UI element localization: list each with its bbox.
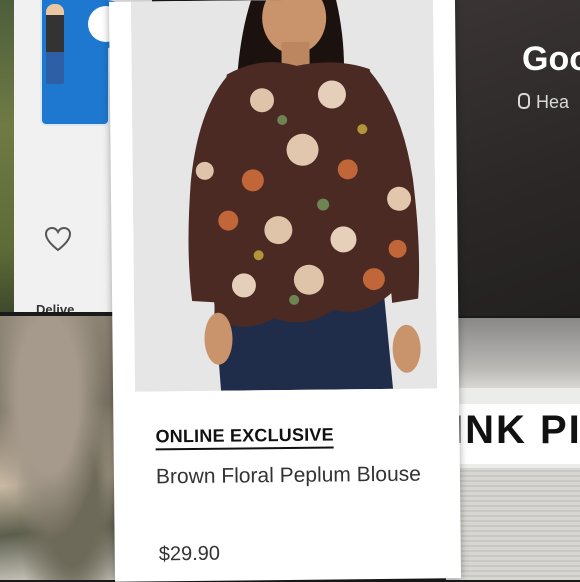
promo-subtitle-text: Hea — [536, 92, 570, 112]
waistband-print-text: INK PI — [452, 408, 580, 452]
product-name[interactable]: Brown Floral Peplum Blouse — [156, 457, 426, 496]
promo-tile-dark[interactable]: Goo Hea — [446, 0, 580, 316]
location-pin-icon — [518, 93, 530, 109]
product-card[interactable]: ONLINE EXCLUSIVE Brown Floral Peplum Blo… — [108, 0, 462, 582]
heart-outline-icon[interactable] — [44, 226, 72, 252]
promo-title: Goo — [522, 40, 580, 78]
toy-figure-image — [46, 4, 64, 84]
online-exclusive-badge: ONLINE EXCLUSIVE — [155, 424, 334, 451]
product-price: $29.90 — [158, 542, 221, 566]
ribbed-fabric-image — [446, 468, 580, 580]
fabric-photo-top — [446, 318, 580, 388]
pink-lounge-tile[interactable]: INK PI — [446, 318, 580, 580]
fabric-tile-photo[interactable] — [0, 316, 120, 580]
delivery-label: Delive — [36, 302, 75, 312]
neighbor-image-edge — [0, 0, 14, 312]
promo-subtitle: Hea — [518, 92, 569, 113]
product-photo[interactable] — [130, 0, 438, 392]
model-in-blouse-image — [130, 0, 438, 392]
